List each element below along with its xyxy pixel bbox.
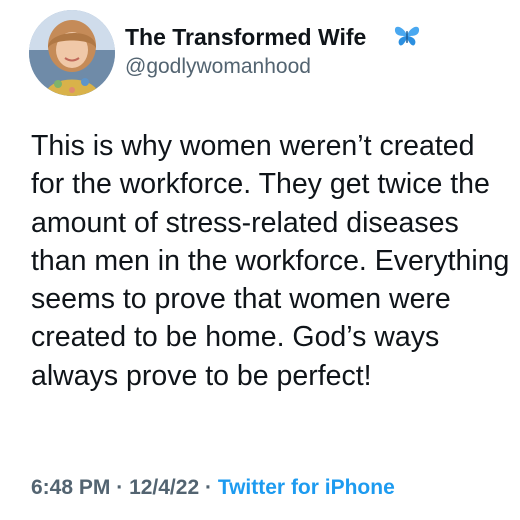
author-handle[interactable]: @godlywomanhood: [125, 53, 311, 81]
butterfly-icon: [394, 26, 420, 46]
tweet-text: This is why women weren’t created for th…: [31, 127, 520, 433]
avatar[interactable]: [29, 10, 115, 96]
author-name[interactable]: The Transformed Wife: [125, 22, 366, 52]
tweet-text-line: always prove to be perfect!: [31, 359, 372, 392]
tweet-card: The Transformed Wife @godlywomanhood Thi…: [0, 0, 520, 520]
meta-separator: ·: [204, 476, 212, 499]
tweet-text-line: amount of stress-related diseases: [31, 206, 459, 239]
tweet-time[interactable]: 6:48 PM: [31, 476, 110, 499]
tweet-text-line: created to be home. God’s ways: [31, 321, 440, 354]
avatar-photo: [29, 10, 115, 96]
tweet-source-link[interactable]: Twitter for iPhone: [218, 476, 395, 499]
meta-separator: ·: [116, 476, 124, 499]
tweet-metadata: 6:48 PM · 12/4/22 · Twitter for iPhone: [31, 474, 395, 502]
tweet-text-line: seems to prove that women were: [31, 283, 451, 316]
tweet-text-line: This is why women weren’t created: [31, 130, 475, 162]
tweet-text-line: than men in the workforce. Everything: [31, 244, 510, 277]
tweet-text-line: for the workforce. They get twice the: [31, 168, 490, 201]
tweet-date[interactable]: 12/4/22: [129, 476, 199, 499]
